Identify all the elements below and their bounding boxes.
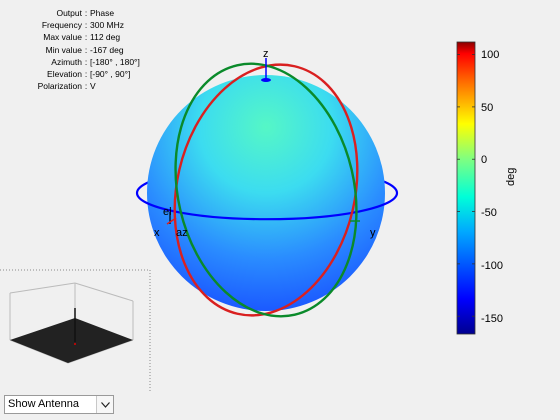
el-axis-label: el <box>163 206 172 218</box>
colorbar-tick-label: -100 <box>481 260 504 272</box>
ground-plane <box>10 318 133 363</box>
pattern-sphere <box>147 75 385 311</box>
preview-edge <box>74 282 134 302</box>
z-axis-label: z <box>263 48 269 60</box>
antenna-preview[interactable] <box>0 269 151 392</box>
colorbar-tick-label: 100 <box>481 49 500 61</box>
x-axis-label: x <box>154 227 160 239</box>
az-axis-label: az <box>176 227 188 239</box>
colorbar <box>456 41 476 335</box>
z-axis-base <box>261 78 271 82</box>
preview-edge <box>9 282 76 294</box>
colorbar-tick-label: -50 <box>481 207 497 219</box>
dropdown-selected-value: Show Antenna <box>8 398 79 410</box>
y-axis-label: y <box>370 227 376 239</box>
show-antenna-dropdown[interactable]: Show Antenna <box>4 395 114 414</box>
colorbar-tick-label: 0 <box>481 154 488 166</box>
pattern-plot[interactable]: z el x az y <box>0 0 560 420</box>
colorbar-tick-label: 50 <box>481 102 494 114</box>
colorbar-label: deg <box>505 167 517 186</box>
feed-point <box>74 343 76 345</box>
colorbar-tick-label: -150 <box>481 313 504 325</box>
chevron-down-icon[interactable] <box>96 396 113 413</box>
